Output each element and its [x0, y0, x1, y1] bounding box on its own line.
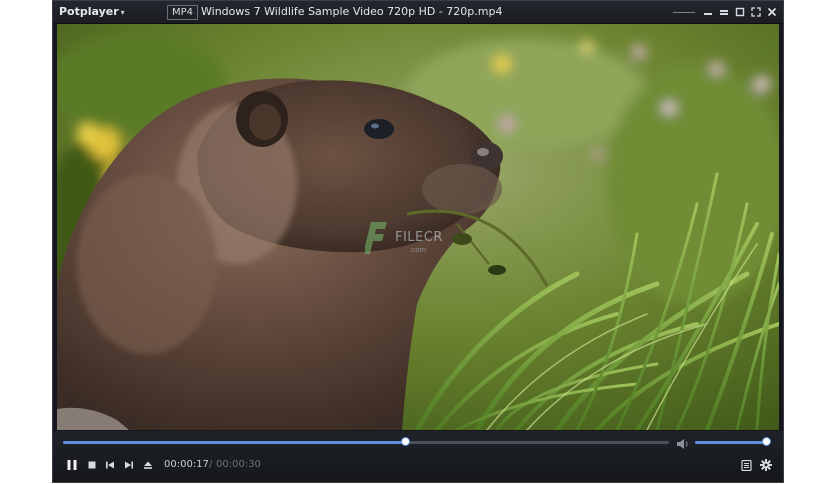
watermark: FILECR .com [365, 220, 485, 260]
title-bar[interactable]: Potplayer ▾ MP4 Windows 7 Wildlife Sample… [53, 1, 783, 24]
volume-slider-fill [695, 441, 767, 444]
restore-icon[interactable] [717, 5, 731, 19]
watermark-logo-icon [365, 222, 387, 254]
current-time: 00:00:17 [164, 459, 209, 470]
chevron-down-icon: ▾ [120, 8, 125, 17]
eject-icon [144, 461, 152, 469]
close-icon[interactable] [765, 5, 779, 19]
settings-button[interactable] [759, 458, 773, 472]
eject-button[interactable] [141, 458, 155, 472]
maximize-icon[interactable] [733, 5, 747, 19]
seek-thumb[interactable] [401, 437, 411, 446]
app-menu-button[interactable]: Potplayer ▾ [59, 5, 125, 18]
playlist-button[interactable] [739, 458, 753, 472]
watermark-subtext: .com [409, 246, 427, 254]
total-time: 00:00:30 [216, 459, 261, 470]
next-button[interactable] [122, 458, 136, 472]
volume-icon[interactable] [676, 436, 690, 450]
skip-next-icon [125, 461, 133, 469]
seek-bar[interactable] [63, 437, 669, 446]
watermark-text: FILECR [395, 230, 443, 245]
minimize-icon[interactable] [701, 5, 715, 19]
previous-button[interactable] [103, 458, 117, 472]
control-bar: 00:00:17 / 00:00:30 [53, 431, 783, 482]
video-frame[interactable]: FILECR .com [57, 24, 779, 430]
pause-button[interactable] [65, 458, 79, 472]
volume-slider[interactable] [695, 437, 771, 446]
volume-thumb[interactable] [762, 437, 771, 446]
titlebar-divider [673, 11, 695, 13]
format-badge: MP4 [167, 5, 199, 20]
stop-button[interactable] [85, 458, 99, 472]
skip-previous-icon [106, 461, 114, 469]
seek-bar-fill [63, 441, 407, 444]
app-name-label: Potplayer [59, 5, 119, 18]
fullscreen-icon[interactable] [749, 5, 763, 19]
playlist-icon [740, 459, 752, 471]
time-separator: / [209, 459, 213, 470]
window-controls [673, 4, 779, 20]
stop-icon [88, 461, 96, 469]
player-window: Potplayer ▾ MP4 Windows 7 Wildlife Sample… [52, 0, 784, 483]
file-title: Windows 7 Wildlife Sample Video 720p HD … [201, 5, 503, 18]
pause-icon [67, 460, 77, 470]
gear-icon [760, 459, 772, 471]
